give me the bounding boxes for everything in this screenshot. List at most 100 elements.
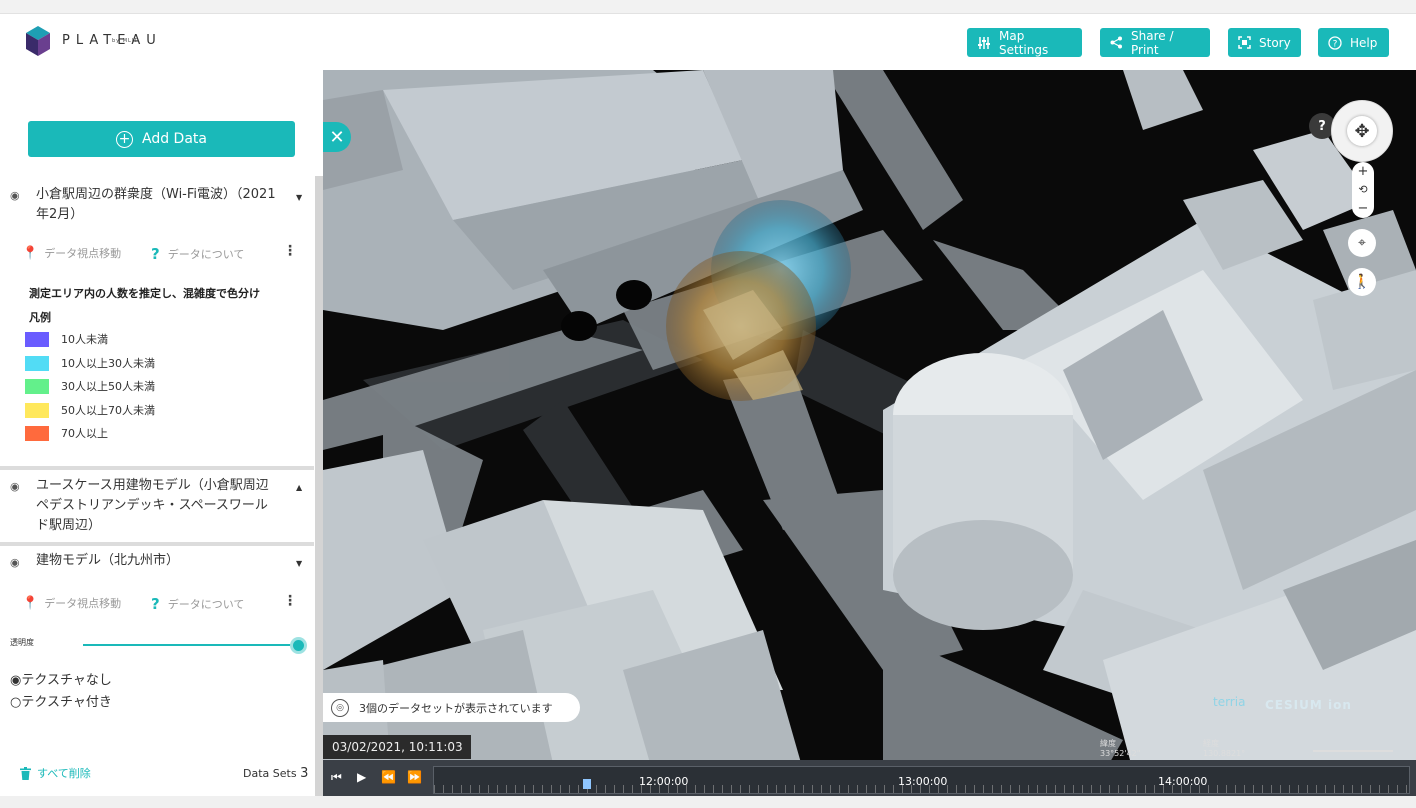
caret-down-icon[interactable]: ▼ [296, 193, 302, 202]
legend-item: 30人以上50人未満 [25, 378, 155, 394]
rewind-icon[interactable]: ⏪ [381, 770, 396, 784]
zoom-control: + ⟲ − [1352, 162, 1374, 218]
close-icon: ✕ [329, 126, 345, 148]
legend-label: 50人以上70人未満 [61, 404, 155, 417]
pedestrian-mode-button[interactable]: 🚶 [1348, 268, 1376, 296]
sidebar-scrollbar[interactable] [315, 176, 323, 796]
help-circle-icon: ? [1328, 35, 1342, 50]
terria-label: terria [1213, 695, 1246, 709]
pan-arrows-icon[interactable]: ✥ [1347, 116, 1377, 146]
delete-all-label: すべて削除 [37, 767, 91, 780]
cesium-attribution[interactable]: CESIUM ion [1265, 698, 1352, 712]
dataset-title[interactable]: 建物モデル（北九州市） [36, 551, 286, 571]
share-icon [1110, 36, 1123, 49]
dataset-item-crowd: ◉ 小倉駅周辺の群衆度（Wi-Fi電波）（2021年2月） ▼ 📍 データ視点移… [0, 176, 314, 466]
current-datetime: 03/02/2021, 10:11:03 [323, 735, 471, 759]
legend-swatch [25, 355, 49, 371]
radio-with-texture-label: テクスチャ付き [21, 695, 112, 710]
plateau-cube-icon [26, 26, 50, 56]
longitude-label: 経度 [1203, 739, 1219, 748]
map-settings-label: Map Settings [999, 28, 1049, 57]
zoom-to-data-button[interactable]: 📍 データ視点移動 [22, 595, 121, 611]
legend-item: 10人未満 [25, 331, 108, 347]
legend-label: 10人未満 [61, 333, 108, 346]
legend-item: 70人以上 [25, 425, 108, 441]
add-data-label: Add Data [142, 131, 207, 147]
window-top-strip [0, 0, 1416, 14]
terria-attribution[interactable]: terria [1213, 695, 1245, 709]
scale-bar [1313, 750, 1393, 752]
legend-description: 測定エリア内の人数を推定し、混雑度で色分け [29, 287, 260, 300]
legend-label: 30人以上50人未満 [61, 380, 155, 393]
radio-no-texture-label: テクスチャなし [21, 673, 112, 688]
dataset-item-buildings-kitakyushu: ◉ 建物モデル（北九州市） ▼ 📍 データ視点移動 ? データについて ⋮ [0, 546, 314, 756]
dataset-title[interactable]: ユースケース用建物モデル（小倉駅周辺ペデストリアンデッキ・スペースワールド駅周辺… [36, 476, 280, 536]
dataset-status-text: 3個のデータセットが表示されています [359, 701, 553, 715]
datasets-count: Data Sets 3 [243, 766, 308, 781]
latitude-value: 33°52'42" [1100, 749, 1141, 758]
datasets-count-number: 3 [300, 766, 309, 781]
crosshair-icon: ⌖ [1358, 235, 1366, 251]
app-header: PLATEAU by MLIT Map Settings Share / Pri… [0, 14, 1416, 70]
opacity-slider-thumb[interactable] [290, 637, 307, 654]
my-location-button[interactable]: ⌖ [1348, 229, 1376, 257]
logo-subtext: by MLIT [112, 38, 139, 44]
about-data-button[interactable]: ? データについて [151, 595, 244, 613]
compass-control[interactable]: ✥ [1331, 100, 1393, 162]
legend-label: 10人以上30人未満 [61, 357, 155, 370]
legend-item: 50人以上70人未満 [25, 402, 155, 418]
more-options-icon[interactable]: ⋮ [283, 244, 297, 258]
opacity-slider-track[interactable] [83, 644, 299, 646]
map-settings-button[interactable]: Map Settings [967, 28, 1082, 57]
dataset-status-pill: ◎ 3個のデータセットが表示されています [323, 693, 580, 722]
longitude-readout: 経度 130.8821° [1203, 738, 1245, 758]
play-icon[interactable]: ▶ [357, 770, 366, 784]
latitude-label: 緯度 [1100, 739, 1116, 748]
story-button[interactable]: Story [1228, 28, 1301, 57]
delete-all-button[interactable]: すべて削除 [20, 765, 91, 781]
jump-start-icon[interactable]: ⏮ [331, 770, 342, 785]
window-bottom-strip [0, 796, 1416, 808]
radio-with-texture[interactable]: ○テクスチャ付き [10, 691, 112, 710]
question-icon: ? [1318, 118, 1326, 134]
dataset-title[interactable]: 小倉駅周辺の群衆度（Wi-Fi電波）（2021年2月） [36, 185, 286, 225]
radio-no-texture[interactable]: ◉テクスチャなし [10, 669, 112, 688]
legend-swatch [25, 425, 49, 441]
caret-up-icon[interactable]: ▲ [296, 483, 302, 492]
dataset-item-usecase-buildings: ◉ ユースケース用建物モデル（小倉駅周辺ペデストリアンデッキ・スペースワールド駅… [0, 470, 314, 542]
more-options-icon[interactable]: ⋮ [283, 594, 297, 608]
plateau-logo[interactable]: PLATEAU [26, 26, 162, 56]
timeline-bar: ⏮ ▶ ⏪ ⏩ 12:00:00 13:00:00 14:00:00 [323, 760, 1416, 796]
about-data-label: データについて [167, 248, 245, 261]
eye-icon[interactable]: ◉ [10, 480, 20, 493]
location-pin-icon: 📍 [22, 245, 39, 261]
story-label: Story [1259, 35, 1291, 50]
zoom-to-data-label: データ視点移動 [44, 247, 122, 260]
help-label: Help [1350, 35, 1378, 50]
legend-item: 10人以上30人未満 [25, 355, 155, 371]
timeline-cursor[interactable] [583, 779, 591, 789]
legend-swatch [25, 331, 49, 347]
eye-icon[interactable]: ◉ [10, 556, 20, 569]
svg-text:?: ? [1333, 39, 1338, 49]
share-print-button[interactable]: Share / Print [1100, 28, 1210, 57]
zoom-to-data-button[interactable]: 📍 データ視点移動 [22, 245, 121, 261]
opacity-label: 透明度 [10, 638, 34, 647]
zoom-in-icon[interactable]: + [1358, 164, 1369, 179]
legend-swatch [25, 402, 49, 418]
cesium-label: CESIUM ion [1265, 698, 1352, 712]
help-button[interactable]: ? Help [1318, 28, 1389, 57]
trash-icon [20, 766, 31, 780]
add-data-button[interactable]: + Add Data [28, 121, 295, 157]
caret-down-icon[interactable]: ▼ [296, 559, 302, 568]
about-data-button[interactable]: ? データについて [151, 245, 244, 263]
longitude-value: 130.8821° [1203, 749, 1246, 758]
zoom-out-icon[interactable]: − [1358, 201, 1369, 216]
reset-view-icon[interactable]: ⟲ [1358, 183, 1367, 196]
about-data-label: データについて [167, 598, 245, 611]
timeline-track[interactable]: 12:00:00 13:00:00 14:00:00 [433, 766, 1411, 794]
legend-swatch [25, 378, 49, 394]
fast-forward-icon[interactable]: ⏩ [407, 770, 422, 784]
eye-icon[interactable]: ◉ [10, 189, 20, 202]
zoom-to-data-label: データ視点移動 [44, 597, 122, 610]
